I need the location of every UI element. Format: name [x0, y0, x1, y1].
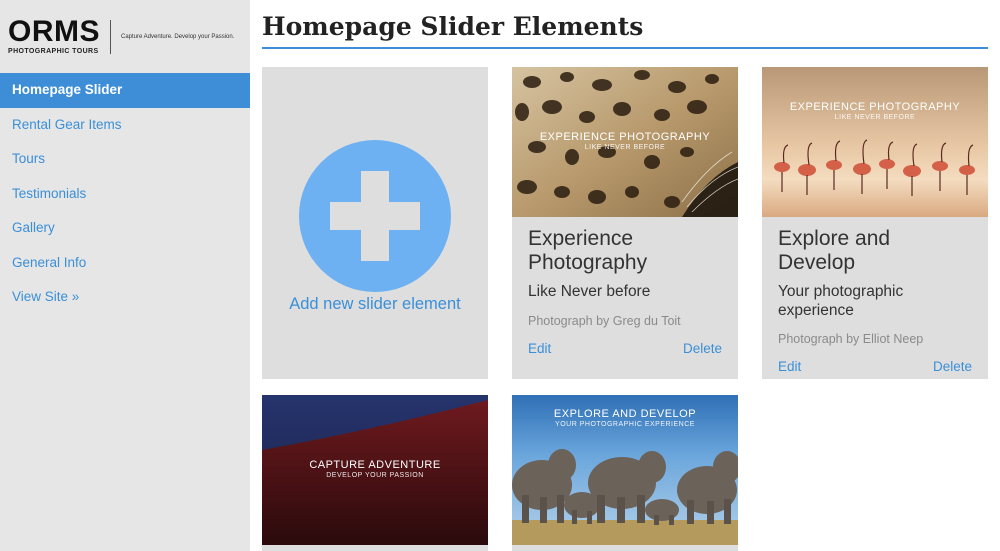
sidebar: ORMS PHOTOGRAPHIC TOURS Capture Adventur… [0, 0, 250, 551]
add-slider-element-card[interactable]: Add new slider element [262, 67, 488, 379]
photo-credit: Photograph by Greg du Toit [528, 313, 681, 328]
edit-button[interactable]: Edit [528, 341, 551, 356]
slide-tagline: LIKE NEVER BEFORE [584, 144, 666, 151]
add-slider-element-label[interactable]: Add new slider element [262, 295, 488, 314]
sidebar-item-rental-gear-items[interactable]: Rental Gear Items [0, 108, 250, 143]
slide-image-elephants: EXPLORE AND DEVELOP YOUR PHOTOGRAPHIC EX… [512, 395, 738, 545]
sidebar-item-general-info[interactable]: General Info [0, 246, 250, 281]
slide-caption: EXPERIENCE PHOTOGRAPHY LIKE NEVER BEFORE [512, 131, 738, 151]
logo-divider [110, 19, 111, 54]
slide-heading: EXPERIENCE PHOTOGRAPHY [539, 131, 711, 143]
slider-card: EXPLORE AND DEVELOP YOUR PHOTOGRAPHIC EX… [512, 395, 738, 551]
card-subtitle: Like Never before [528, 283, 651, 300]
slider-card: EXPERIENCE PHOTOGRAPHY LIKE NEVER BEFORE… [762, 67, 988, 379]
photo-credit: Photograph by Elliot Neep [778, 332, 924, 346]
card-subtitle: Your photographic experience [778, 283, 904, 319]
slide-tagline: LIKE NEVER BEFORE [834, 114, 916, 121]
card-title: Explore and Develop [778, 227, 891, 274]
slide-image-flamingos: EXPERIENCE PHOTOGRAPHY LIKE NEVER BEFORE [762, 67, 988, 217]
slide-caption: CAPTURE ADVENTURE DEVELOP YOUR PASSION [262, 459, 488, 479]
edit-button[interactable]: Edit [778, 359, 801, 374]
card-title: Experience Photography [528, 227, 648, 274]
logo-subtitle: PHOTOGRAPHIC TOURS [8, 48, 99, 55]
page-title: Homepage Slider Elements [262, 12, 644, 41]
plus-circle-icon[interactable] [299, 140, 451, 292]
main-content: Homepage Slider Elements Add new slider … [250, 0, 1000, 551]
sidebar-item-tours[interactable]: Tours [0, 142, 250, 177]
slide-image-leopard: EXPERIENCE PHOTOGRAPHY LIKE NEVER BEFORE [512, 67, 738, 217]
logo-mark: ORMS PHOTOGRAPHIC TOURS [8, 15, 108, 56]
slide-image-dune: CAPTURE ADVENTURE DEVELOP YOUR PASSION [262, 395, 488, 545]
delete-button[interactable]: Delete [683, 341, 722, 356]
sidebar-item-gallery[interactable]: Gallery [0, 211, 250, 246]
sidebar-item-view-site[interactable]: View Site » [0, 280, 250, 315]
slider-card: CAPTURE ADVENTURE DEVELOP YOUR PASSION [262, 395, 488, 551]
slide-tagline: DEVELOP YOUR PASSION [326, 472, 424, 479]
brand-logo[interactable]: ORMS PHOTOGRAPHIC TOURS Capture Adventur… [0, 0, 250, 73]
slider-card: EXPERIENCE PHOTOGRAPHY LIKE NEVER BEFORE… [512, 67, 738, 379]
logo-tagline: Capture Adventure. Develop your Passion. [121, 33, 235, 40]
slide-caption: EXPERIENCE PHOTOGRAPHY LIKE NEVER BEFORE [762, 101, 988, 121]
delete-button[interactable]: Delete [933, 359, 972, 374]
slide-caption: EXPLORE AND DEVELOP YOUR PHOTOGRAPHIC EX… [512, 408, 738, 428]
slide-tagline: YOUR PHOTOGRAPHIC EXPERIENCE [555, 421, 695, 428]
sidebar-item-testimonials[interactable]: Testimonials [0, 177, 250, 212]
slide-heading: EXPLORE AND DEVELOP [553, 408, 697, 420]
sidebar-item-homepage-slider[interactable]: Homepage Slider [0, 73, 250, 108]
sidebar-nav: Homepage Slider Rental Gear Items Tours … [0, 73, 250, 315]
slide-heading: EXPERIENCE PHOTOGRAPHY [789, 101, 961, 113]
flamingo-image [762, 67, 988, 217]
slide-heading: CAPTURE ADVENTURE [309, 459, 441, 471]
title-divider [262, 47, 988, 49]
logo-text: ORMS [8, 15, 100, 48]
